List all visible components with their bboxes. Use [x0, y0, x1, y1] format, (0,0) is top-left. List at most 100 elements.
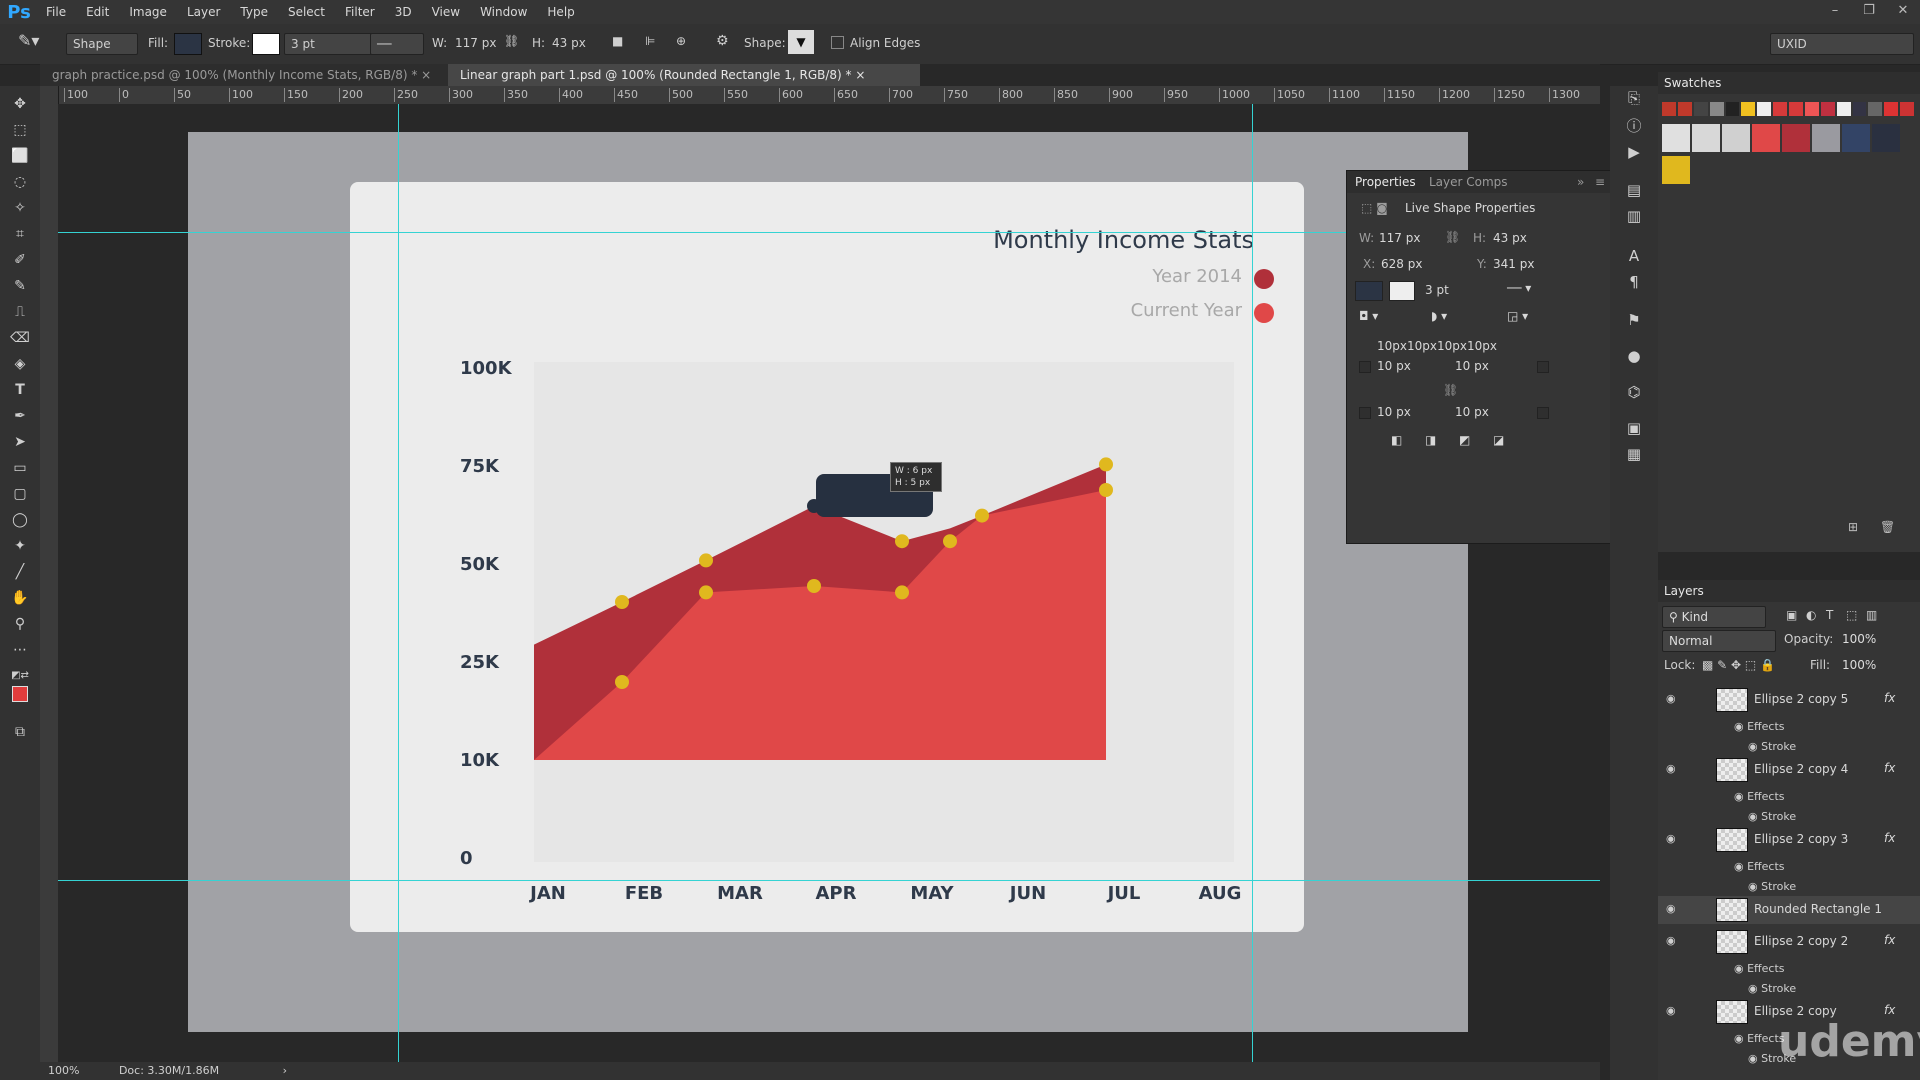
visibility-eye-icon[interactable]: ◉ [1666, 692, 1676, 705]
effects-row[interactable]: ◉ Effects [1734, 790, 1785, 803]
collapse-icon[interactable]: » [1577, 171, 1584, 193]
stroke-type-dropdown[interactable]: ── [370, 33, 424, 55]
subtract-shapes-icon[interactable]: ◨ [1425, 433, 1436, 447]
fill-swatch[interactable] [1355, 281, 1383, 301]
color-swatch[interactable] [1782, 124, 1810, 152]
corner-radius-bottom-right[interactable]: 10 px [1455, 405, 1489, 419]
gear-icon[interactable]: ⚙ [716, 33, 729, 49]
color-swatch[interactable] [1692, 124, 1720, 152]
chevron-right-icon[interactable]: › [283, 1064, 287, 1077]
stroke-effect-row[interactable]: ◉ Stroke [1748, 740, 1796, 753]
menu-window[interactable]: Window [470, 0, 537, 24]
effects-row[interactable]: ◉ Effects [1734, 962, 1785, 975]
color-swatch[interactable] [1741, 102, 1756, 116]
fill-swatch[interactable] [174, 33, 202, 55]
filter-pixel-icon[interactable]: ▣ [1786, 608, 1797, 622]
tab-linear-graph[interactable]: Linear graph part 1.psd @ 100% (Rounded … [448, 64, 920, 86]
character-icon[interactable]: A [1622, 244, 1646, 268]
link-icon[interactable]: ⛓ [1445, 230, 1460, 244]
align-edges-checkbox[interactable] [831, 36, 844, 49]
new-swatch-icon[interactable]: ⊞ [1848, 520, 1858, 534]
stroke-effect-row[interactable]: ◉ Stroke [1748, 982, 1796, 995]
info-icon[interactable]: ⓘ [1622, 114, 1646, 138]
path-alignment-icon[interactable]: ⊫ [645, 34, 655, 48]
layer-row[interactable]: ◉ Ellipse 2 copy 3 fx [1658, 826, 1920, 854]
height-field[interactable]: 43 px [1493, 231, 1527, 245]
color-swatch[interactable] [1842, 124, 1870, 152]
stroke-caps-dropdown[interactable]: ◗ ▾ [1431, 309, 1447, 323]
color-swatch[interactable] [1662, 156, 1690, 184]
color-swatch[interactable] [1804, 102, 1819, 116]
tab-graph-practice[interactable]: graph practice.psd @ 100% (Monthly Incom… [40, 64, 460, 86]
visibility-eye-icon[interactable]: ◉ [1666, 832, 1676, 845]
path-operations-icon[interactable]: ■ [612, 34, 623, 48]
pen-tool-icon[interactable]: ✎▾ [18, 31, 39, 50]
bucket-tool-icon[interactable]: ◈ [8, 354, 32, 374]
default-colors-icon[interactable]: ◩⇄ [8, 666, 32, 686]
color-swatch[interactable] [1722, 124, 1750, 152]
color-swatch[interactable] [1662, 124, 1690, 152]
vertical-guide[interactable] [398, 104, 399, 1062]
link-corners-icon[interactable]: ⛓ [1443, 383, 1458, 397]
color-swatch[interactable] [1662, 102, 1676, 116]
color-swatches-icon[interactable] [8, 686, 32, 706]
pen-tool-icon[interactable]: ✒ [8, 406, 32, 426]
color-swatch[interactable] [1789, 102, 1803, 116]
close-icon[interactable]: ✕ [1886, 0, 1920, 24]
type-tool-icon[interactable]: T [8, 380, 32, 400]
height-field[interactable]: 43 px [552, 36, 586, 50]
move-tool-icon[interactable]: ✥ [8, 94, 32, 114]
exclude-shapes-icon[interactable]: ◪ [1493, 433, 1504, 447]
tab-properties[interactable]: Properties [1355, 171, 1416, 193]
data-point-year-2014[interactable] [975, 508, 989, 523]
stroke-align-dropdown[interactable]: ◘ ▾ [1359, 309, 1378, 323]
artboard-tool-icon[interactable]: ⬚ [8, 120, 32, 140]
color-swatch[interactable] [1900, 102, 1914, 116]
path-arrangement-icon[interactable]: ⊕ [676, 34, 686, 48]
data-point-year-2014[interactable] [1099, 457, 1113, 472]
zoom-tool-icon[interactable]: ⚲ [8, 614, 32, 634]
y-field[interactable]: 341 px [1493, 257, 1534, 271]
width-field[interactable]: 117 px [455, 36, 496, 50]
menu-help[interactable]: Help [537, 0, 584, 24]
menu-edit[interactable]: Edit [76, 0, 119, 24]
hand-tool-icon[interactable]: ✋ [8, 588, 32, 608]
color-swatch[interactable] [1884, 102, 1899, 116]
patterns-icon[interactable]: ▦ [1622, 442, 1646, 466]
color-swatch[interactable] [1852, 102, 1867, 116]
properties-icon[interactable]: ▤ [1622, 178, 1646, 202]
custom-shape-tool-icon[interactable]: ✦ [8, 536, 32, 556]
menu-select[interactable]: Select [278, 0, 335, 24]
filter-smart-object-icon[interactable]: ▥ [1866, 608, 1877, 622]
libraries-icon[interactable]: ▣ [1622, 416, 1646, 440]
channels-icon[interactable]: ● [1622, 344, 1646, 368]
rounded-rectangle-tool-icon[interactable]: ▢ [8, 484, 32, 504]
data-point-current-year[interactable] [895, 585, 909, 600]
ellipse-tool-icon[interactable]: ◯ [8, 510, 32, 530]
color-swatch[interactable] [1836, 102, 1851, 116]
stroke-swatch[interactable] [252, 33, 280, 55]
crop-tool-icon[interactable]: ⌗ [8, 224, 32, 244]
lasso-tool-icon[interactable]: ◌ [8, 172, 32, 192]
color-swatch[interactable] [1677, 102, 1692, 116]
stroke-type-dropdown[interactable]: ── ▾ [1507, 281, 1531, 295]
layer-row[interactable]: ◉ Ellipse 2 copy 2 fx [1658, 928, 1920, 956]
restore-icon[interactable]: ❐ [1852, 0, 1886, 24]
filter-adjustment-icon[interactable]: ◐ [1806, 608, 1816, 622]
blend-mode-dropdown[interactable]: Normal [1662, 630, 1776, 652]
menu-3d[interactable]: 3D [385, 0, 422, 24]
minimize-icon[interactable]: – [1818, 0, 1852, 24]
fx-icon[interactable]: fx [1884, 691, 1895, 705]
data-point-year-2014[interactable] [699, 553, 713, 568]
workspace-dropdown[interactable]: UXID [1770, 33, 1914, 55]
eyedropper-tool-icon[interactable]: ✐ [8, 250, 32, 270]
x-field[interactable]: 628 px [1381, 257, 1422, 271]
visibility-eye-icon[interactable]: ◉ [1666, 762, 1676, 775]
effects-row[interactable]: ◉ Effects [1734, 1032, 1785, 1045]
data-point-year-2014[interactable] [615, 595, 629, 609]
history-icon[interactable]: ⎘ [1622, 86, 1646, 110]
link-icon[interactable]: ⛓ [504, 34, 519, 48]
timeline-icon[interactable]: ⌬ [1622, 380, 1646, 404]
color-swatch[interactable] [1773, 102, 1787, 116]
corner-radius-top-right[interactable]: 10 px [1455, 359, 1489, 373]
